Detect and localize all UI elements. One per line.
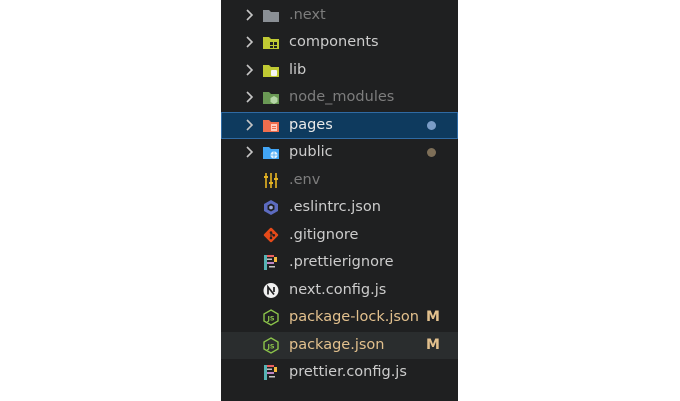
git-status-dot	[427, 148, 436, 157]
tree-item-label: components	[289, 34, 379, 50]
public-folder-icon	[263, 147, 279, 159]
git-modified-badge: M	[426, 337, 440, 353]
pages-folder-icon	[263, 120, 279, 132]
tree-item-label: prettier.config.js	[289, 364, 407, 380]
tree-item-label: node_modules	[289, 89, 395, 105]
tree-item-node-modules-folder[interactable]: node_modules	[221, 84, 458, 111]
env-file-icon	[264, 173, 278, 188]
node-folder-icon	[263, 92, 279, 104]
git-modified-badge: M	[426, 309, 440, 325]
eslint-file-icon	[264, 200, 278, 215]
tree-item-label: lib	[289, 62, 307, 78]
chevron-right-icon[interactable]	[243, 118, 257, 132]
tree-item-label: .next	[289, 7, 326, 23]
tree-item-label: public	[289, 144, 333, 160]
tree-item-public-folder[interactable]: public	[221, 139, 458, 166]
tree-item-next-folder[interactable]: .next	[221, 2, 458, 29]
chevron-right-icon[interactable]	[243, 35, 257, 49]
tree-item-label: pages	[289, 117, 333, 133]
git-status-dot	[427, 121, 436, 130]
tree-item-label: package-lock.json	[289, 309, 419, 325]
components-folder-icon	[263, 37, 279, 49]
prettier-file-icon	[264, 255, 277, 270]
tree-item-prettier-config-file[interactable]: prettier.config.js	[221, 359, 458, 386]
chevron-right-icon[interactable]	[243, 145, 257, 159]
svg-text:JS: JS	[266, 314, 274, 322]
chevron-right-icon[interactable]	[243, 90, 257, 104]
next-folder-icon	[263, 10, 279, 22]
chevron-right-icon[interactable]	[243, 63, 257, 77]
tree-item-components-folder[interactable]: components	[221, 29, 458, 56]
prettier-file-icon	[264, 365, 277, 380]
tree-item-pages-folder[interactable]: pages	[221, 112, 458, 139]
tree-item-lib-folder[interactable]: lib	[221, 57, 458, 84]
tree-item-env-file[interactable]: .env	[221, 167, 458, 194]
file-explorer: .next components lib node_modules pages …	[221, 0, 458, 401]
tree-item-label: .prettierignore	[289, 254, 394, 270]
tree-item-label: package.json	[289, 337, 385, 353]
tree-item-gitignore-file[interactable]: .gitignore	[221, 222, 458, 249]
tree-item-label: .env	[289, 172, 321, 188]
next-file-icon	[263, 283, 279, 298]
tree-item-label: .gitignore	[289, 227, 359, 243]
tree-item-eslintrc-file[interactable]: .eslintrc.json	[221, 194, 458, 221]
tree-item-label: next.config.js	[289, 282, 387, 298]
lib-folder-icon	[263, 65, 279, 77]
node-file-icon: JS	[263, 309, 279, 326]
tree-item-package-lock-file[interactable]: JS package-lock.json M	[221, 304, 458, 331]
tree-item-prettierignore-file[interactable]: .prettierignore	[221, 249, 458, 276]
tree-item-label: .eslintrc.json	[289, 199, 381, 215]
tree-item-next-config-file[interactable]: next.config.js	[221, 277, 458, 304]
tree-item-package-json-file[interactable]: JS package.json M	[221, 332, 458, 359]
svg-text:JS: JS	[266, 342, 274, 350]
git-file-icon	[263, 227, 279, 243]
node-file-icon: JS	[263, 337, 279, 354]
chevron-right-icon[interactable]	[243, 8, 257, 22]
